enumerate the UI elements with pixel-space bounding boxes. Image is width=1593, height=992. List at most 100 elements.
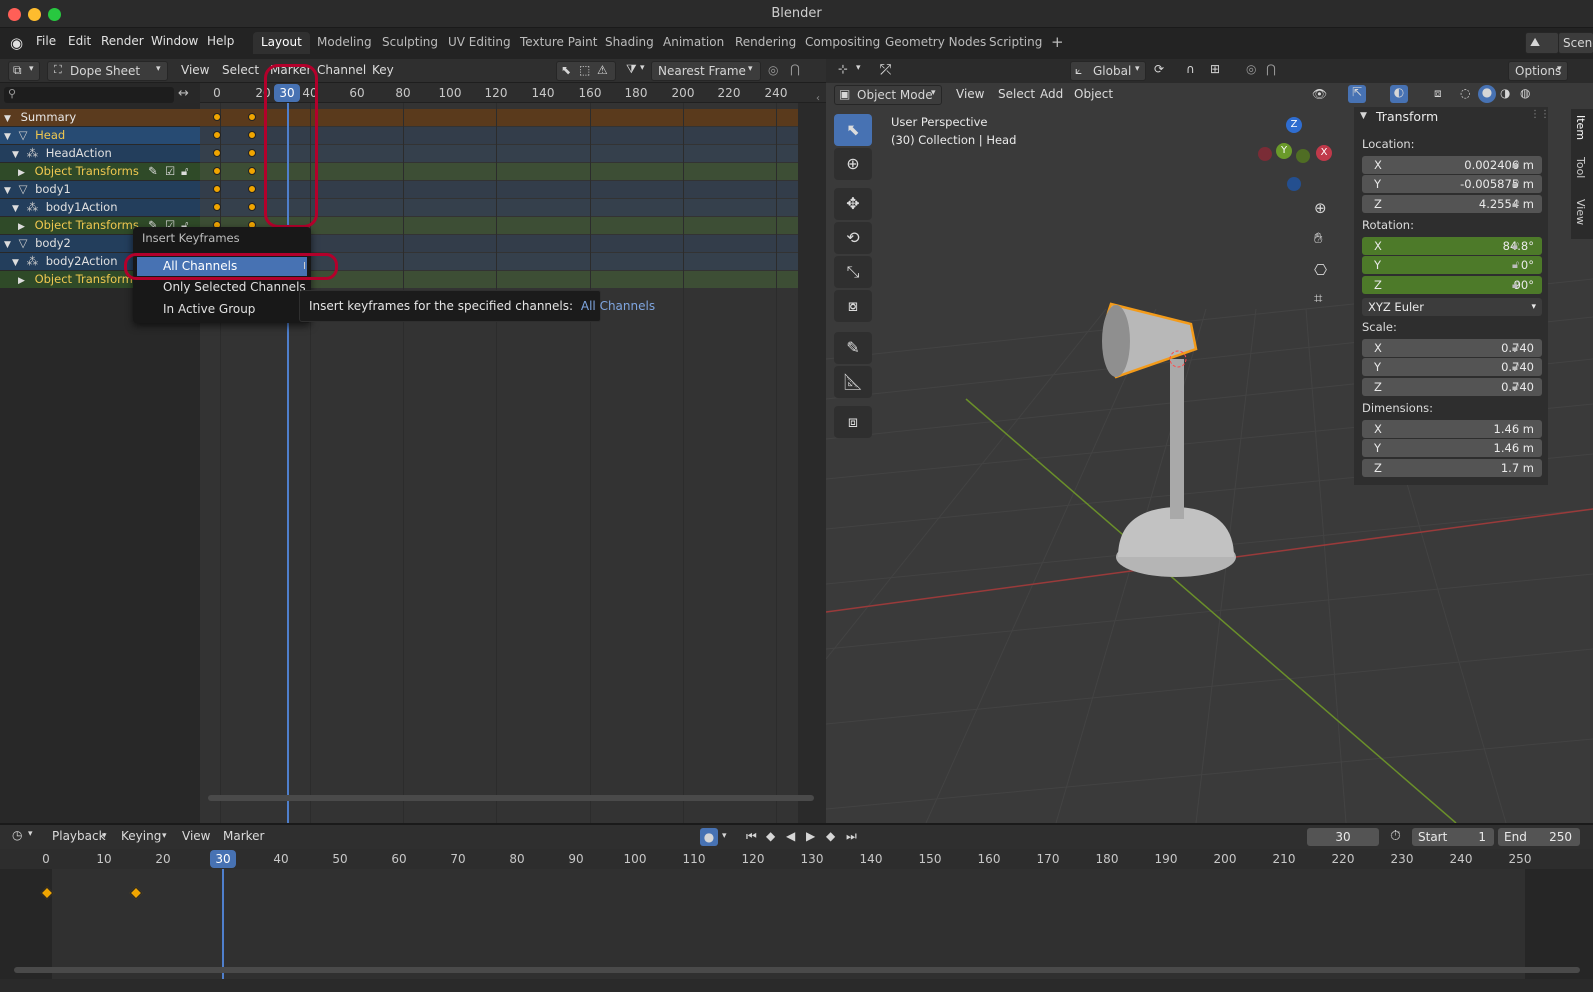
lock-icon[interactable]: 🔓︎ (1512, 177, 1526, 191)
blender-logo-icon[interactable]: ◉ (10, 34, 23, 52)
dimensions-z-field[interactable]: Z 1.7 m (1362, 459, 1542, 477)
keyframe[interactable] (248, 203, 256, 211)
3d-viewport[interactable]: ⊹ ▾ ⤱ ⟀ Global ▾ ⟳ ∩ ⊞ ◎ ⋂ Options ▾ ▣ O… (826, 59, 1593, 823)
snap-magnet-icon[interactable]: ∩ (1186, 62, 1195, 76)
solid-shading-icon[interactable]: ● (1478, 85, 1496, 103)
current-frame-field[interactable]: 30 (1307, 828, 1379, 846)
sidebar-tab-item[interactable]: Item (1574, 115, 1587, 140)
navigation-gizmo[interactable]: Z Y X (1256, 117, 1332, 197)
proportional-edit-icon[interactable]: ◎ (768, 63, 778, 77)
gizmo-z-axis[interactable]: Z (1286, 117, 1302, 133)
add-workspace-icon[interactable]: + (1051, 33, 1064, 51)
ds-menu-channel[interactable]: Channel (317, 63, 366, 77)
prev-keyframe-icon[interactable]: ◆ (766, 829, 775, 843)
filter-dropdown[interactable]: ⧩ ▾ (622, 61, 652, 81)
timeline-editor-type-button[interactable]: ◷ ▾ (8, 827, 40, 847)
camera-icon[interactable]: ⎔ (1314, 261, 1327, 279)
keyframe[interactable] (248, 113, 256, 121)
cursor-tool-icon[interactable]: ⊕ (834, 148, 872, 180)
menu-render[interactable]: Render (101, 34, 144, 48)
menu-item-only-selected[interactable]: Only Selected Channels (137, 278, 307, 297)
timeline-scrollbar[interactable] (14, 967, 1580, 973)
menu-file[interactable]: File (36, 34, 56, 48)
menu-help[interactable]: Help (207, 34, 234, 48)
transform-tool-icon[interactable]: ⧇ (834, 290, 872, 322)
lock-icon[interactable]: 🔓︎ (181, 163, 188, 180)
menu-item-in-active-group[interactable]: In Active Group (137, 300, 307, 319)
proportional-edit-icon[interactable]: ◎ (1246, 62, 1256, 76)
falloff-curve-icon[interactable]: ⋂ (790, 62, 800, 76)
disclosure-down-icon[interactable]: ▼ (12, 258, 19, 268)
keyframe[interactable] (213, 113, 221, 121)
tab-modeling[interactable]: Modeling (309, 32, 380, 54)
disclosure-right-icon[interactable]: ▶ (18, 222, 25, 232)
transform-pivot-icon[interactable]: ⤱ (880, 62, 891, 78)
gizmo-neg-y[interactable] (1296, 149, 1310, 163)
annotate-tool-icon[interactable]: ✎ (834, 332, 872, 364)
tab-shading[interactable]: Shading (597, 32, 662, 54)
jump-end-icon[interactable]: ⏭ (846, 829, 857, 844)
channel-search-input[interactable]: ⚲ (4, 87, 174, 103)
scene-name-field[interactable]: Scene (1558, 32, 1593, 54)
tl-menu-view[interactable]: View (182, 829, 210, 843)
wireframe-shading-icon[interactable]: ◌ (1460, 86, 1470, 100)
ds-menu-select[interactable]: Select (222, 63, 259, 77)
mode-dropdown[interactable]: ▣ Object Mode ▾ (834, 85, 942, 105)
keyframe[interactable] (248, 185, 256, 193)
auto-key-record-icon[interactable]: ● (700, 828, 718, 846)
tab-texture-paint[interactable]: Texture Paint (512, 32, 605, 54)
rendered-shading-icon[interactable]: ◍ (1520, 86, 1530, 100)
ds-menu-key[interactable]: Key (372, 63, 394, 77)
orientation-dropdown[interactable]: ⟀ Global ▾ (1070, 61, 1146, 81)
rotate-tool-icon[interactable]: ⟲ (834, 222, 872, 254)
tab-geometry-nodes[interactable]: Geometry Nodes (877, 32, 994, 54)
drag-handle-icon[interactable]: ⋮⋮ (1530, 109, 1550, 120)
keyframe[interactable] (213, 203, 221, 211)
keyframe[interactable] (213, 149, 221, 157)
zoom-icon[interactable]: ⊕ (1314, 199, 1327, 217)
channel-action-body1action[interactable]: ▼ ⁂ body1Action (0, 199, 200, 216)
keyframe[interactable] (213, 131, 221, 139)
channel-action-headaction[interactable]: ▼ ⁂ HeadAction (0, 145, 200, 162)
timeline-current-frame-indicator[interactable]: 30 (210, 850, 236, 868)
pivot-point-icon[interactable]: ⟳ (1154, 62, 1164, 76)
end-frame-field[interactable]: End 250 (1498, 828, 1580, 846)
sidebar-tab-tool[interactable]: Tool (1574, 157, 1587, 178)
add-cube-tool-icon[interactable]: ⧈ (834, 406, 872, 438)
channel-summary[interactable]: ▼ Summary (0, 109, 200, 126)
dimensions-y-field[interactable]: Y 1.46 m (1362, 439, 1542, 457)
checkbox-icon[interactable]: ☑ (165, 163, 175, 180)
tab-compositing[interactable]: Compositing (797, 32, 888, 54)
tab-sculpting[interactable]: Sculpting (374, 32, 446, 54)
viewport-editor-type-button[interactable]: ⊹ ▾ (834, 61, 868, 81)
scene-selector-button[interactable]: ⛰ (1525, 32, 1559, 54)
vp-menu-add[interactable]: Add (1040, 87, 1063, 101)
select-box-tool-icon[interactable]: ⬉ (834, 114, 872, 146)
start-frame-field[interactable]: Start 1 (1412, 828, 1494, 846)
lock-icon[interactable]: 🔓︎ (1512, 239, 1526, 253)
vp-menu-view[interactable]: View (956, 87, 984, 101)
vp-menu-object[interactable]: Object (1074, 87, 1113, 101)
grid-icon[interactable]: ⌗ (1314, 289, 1322, 307)
swap-icon[interactable]: ↔ (178, 86, 189, 101)
disclosure-down-icon[interactable]: ▼ (4, 132, 11, 142)
rotation-mode-dropdown[interactable]: XYZ Euler ▾ (1362, 298, 1542, 316)
menu-edit[interactable]: Edit (68, 34, 91, 48)
tab-animation[interactable]: Animation (655, 32, 732, 54)
play-reverse-icon[interactable]: ◀ (786, 829, 795, 843)
tab-layout[interactable]: Layout (253, 32, 310, 54)
xray-icon[interactable]: ⧈ (1434, 86, 1442, 101)
snap-mode-dropdown[interactable]: Nearest Frame ▾ (651, 61, 761, 81)
warning-icon[interactable]: ⚠ (597, 63, 608, 77)
measure-tool-icon[interactable]: 📐︎ (834, 366, 872, 398)
visibility-eye-icon[interactable]: 👁︎ (1312, 87, 1327, 101)
disclosure-down-icon[interactable]: ▼ (12, 204, 19, 214)
disclosure-down-icon[interactable]: ▼ (4, 240, 11, 250)
timeline-playhead-line[interactable] (222, 869, 224, 979)
ds-menu-view[interactable]: View (181, 63, 209, 77)
disclosure-down-icon[interactable]: ▼ (12, 150, 19, 160)
channel-group-transforms-1[interactable]: ▶ Object Transforms ✎ ☑ 🔓︎ (0, 163, 200, 180)
snap-target-icon[interactable]: ⊞ (1210, 62, 1220, 76)
jump-start-icon[interactable]: ⏮ (746, 829, 757, 844)
tab-uv-editing[interactable]: UV Editing (440, 32, 519, 54)
